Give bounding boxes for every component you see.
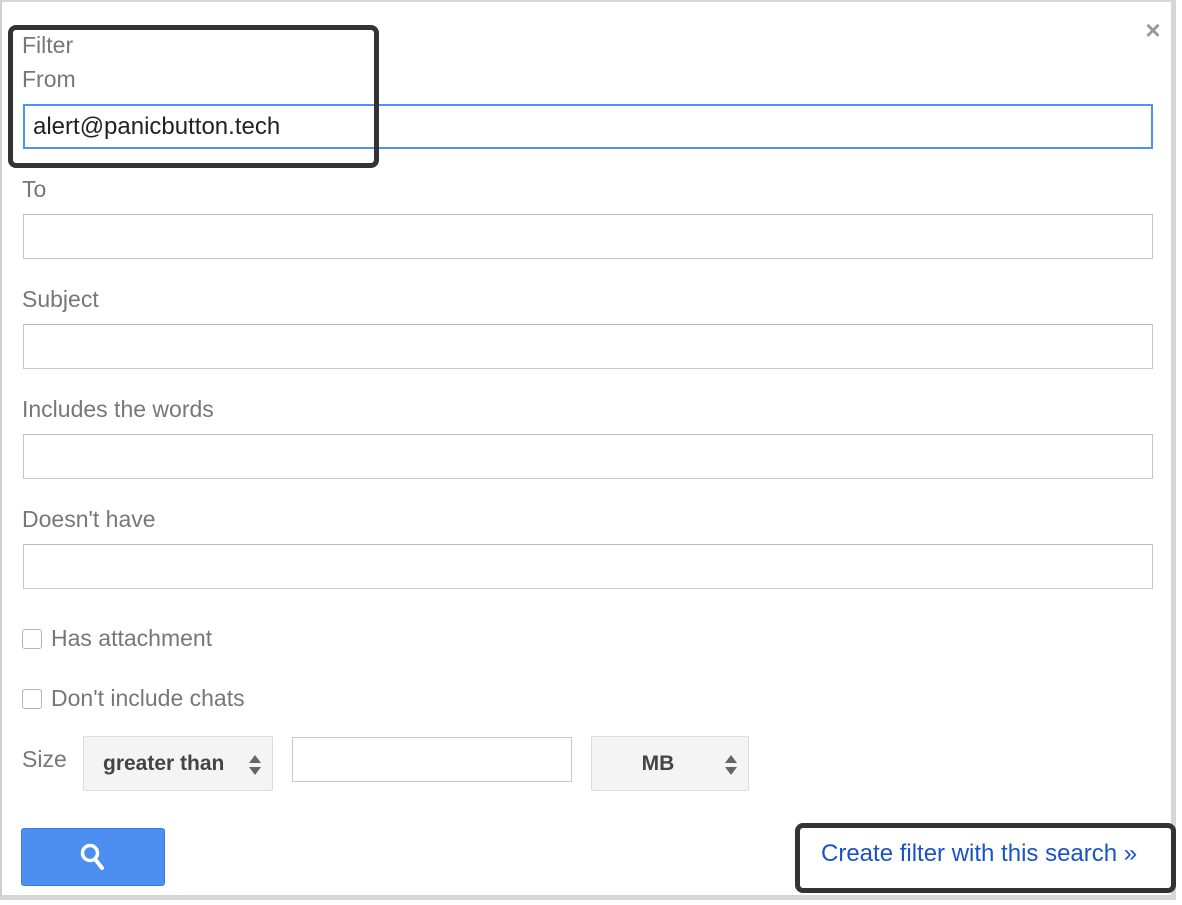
size-unit-select[interactable]: MB [591,736,749,791]
size-comparator-value: greater than [103,751,225,775]
updown-arrows-icon [725,755,737,775]
size-unit-value: MB [641,751,675,775]
search-button[interactable] [21,828,165,886]
to-input[interactable] [23,214,1153,259]
has-attachment-row[interactable]: Has attachment [22,625,212,652]
size-comparator-select[interactable]: greater than [83,736,273,791]
size-label: Size [22,746,67,772]
search-icon [80,843,104,870]
size-value-input[interactable] [292,737,572,782]
doesnt-have-label: Doesn't have [22,506,156,532]
to-label: To [22,176,47,202]
subject-label: Subject [22,286,99,312]
has-attachment-checkbox[interactable] [22,628,42,649]
from-input[interactable] [23,104,1153,149]
create-filter-link[interactable]: Create filter with this search » [821,840,1137,868]
from-label: From [22,66,76,92]
doesnt-have-input[interactable] [23,544,1153,589]
dont-include-chats-checkbox[interactable] [22,688,42,709]
close-icon[interactable]: × [1143,17,1163,43]
dont-include-chats-row[interactable]: Don't include chats [22,685,245,712]
dialog-title: Filter [22,32,74,58]
updown-arrows-icon [249,755,261,775]
includes-words-input[interactable] [23,434,1153,479]
subject-input[interactable] [23,324,1153,369]
includes-words-label: Includes the words [22,396,214,422]
has-attachment-label: Has attachment [51,625,213,651]
dont-include-chats-label: Don't include chats [51,685,245,711]
